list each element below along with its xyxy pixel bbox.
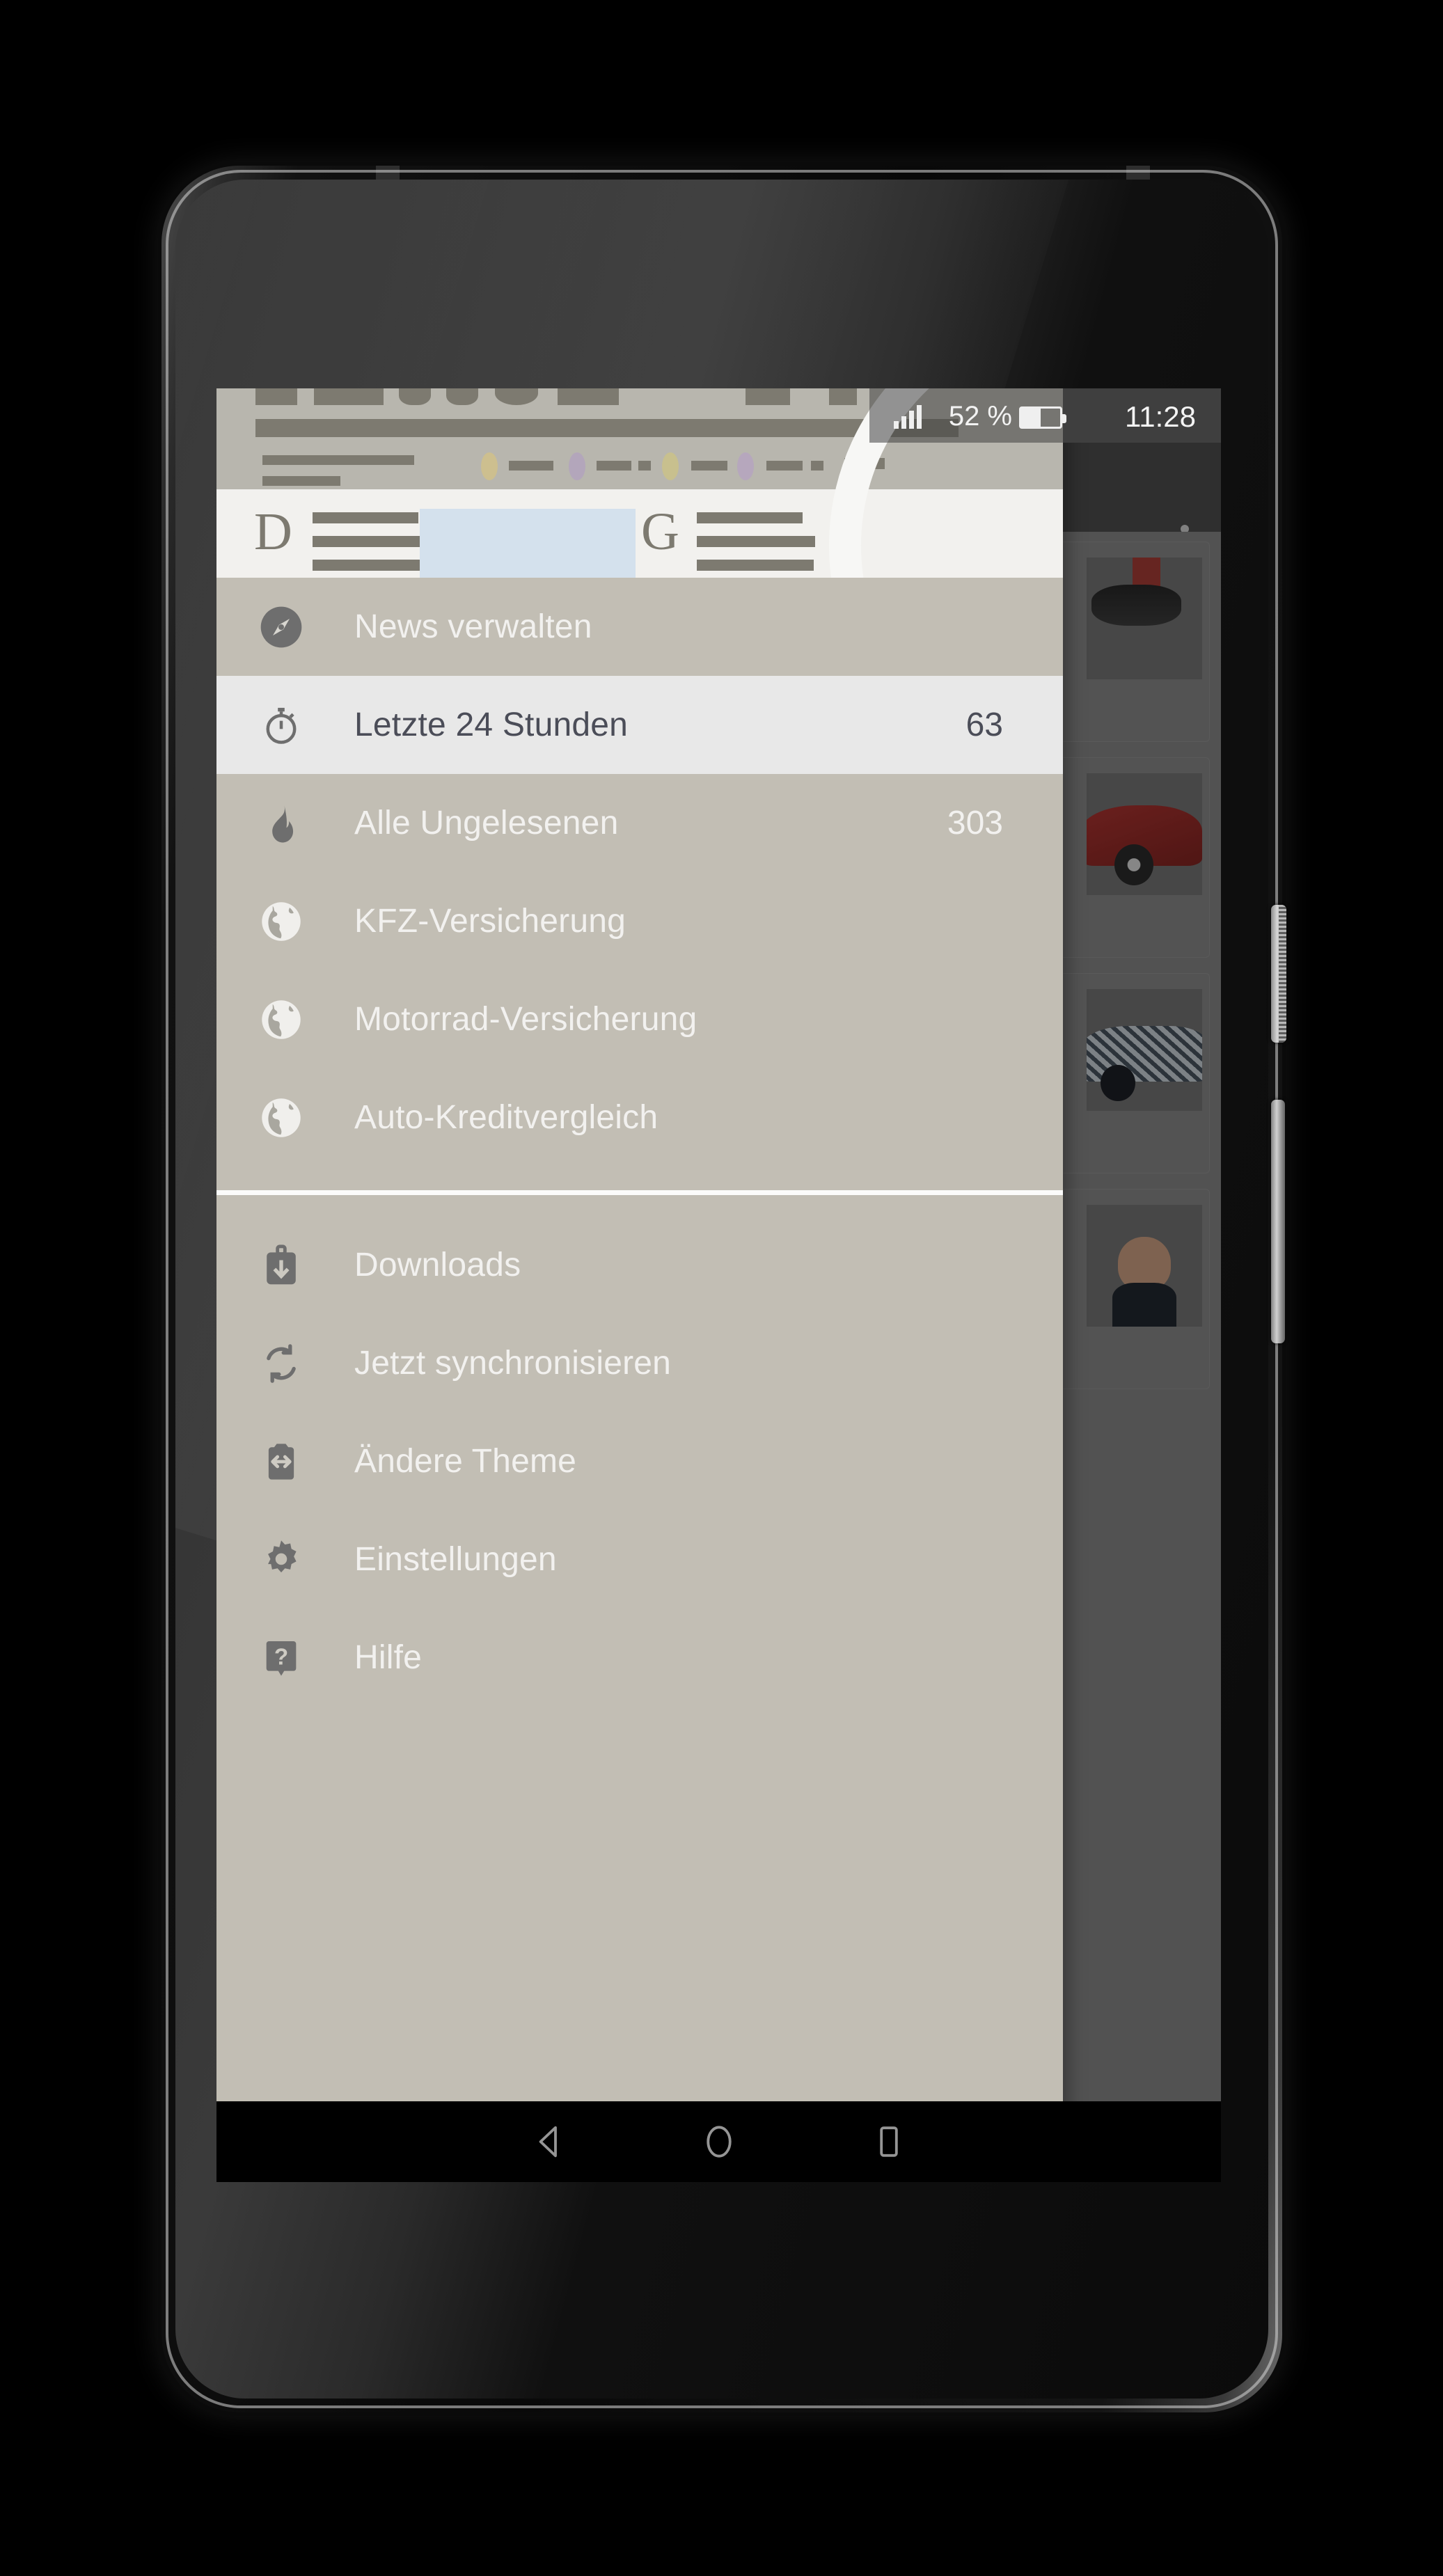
compass-icon: [256, 602, 306, 652]
drawer-item-label: Ändere Theme: [354, 1443, 577, 1480]
drawer-item-label: Letzte 24 Stunden: [354, 706, 629, 743]
drawer-item-label: Hilfe: [354, 1639, 423, 1676]
download-bag-icon: [256, 1240, 306, 1290]
back-triangle-icon[interactable]: [530, 2123, 568, 2160]
drawer-item-label: Jetzt synchronisieren: [354, 1345, 672, 1382]
drawer-item-label: Alle Ungelesenen: [354, 805, 619, 841]
stopwatch-icon: [256, 700, 306, 750]
globe-icon: [256, 896, 306, 947]
drawer-item-einstellungen[interactable]: Einstellungen: [216, 1510, 1063, 1609]
flame-icon: [256, 798, 306, 848]
screenshot-root: D G News verwalten Letzte 24 Stunden 63 …: [0, 0, 1443, 2576]
drawer-item-label: KFZ-Versicherung: [354, 903, 626, 940]
status-bar: 52 % 11:28: [216, 388, 1221, 443]
drawer-item-aendere-theme[interactable]: Ändere Theme: [216, 1412, 1063, 1510]
phone-screen: D G News verwalten Letzte 24 Stunden 63 …: [216, 388, 1221, 2182]
power-button[interactable]: [1271, 905, 1286, 1043]
navigation-drawer: D G News verwalten Letzte 24 Stunden 63 …: [216, 388, 1063, 2182]
globe-icon: [256, 1093, 306, 1143]
battery-icon: [1019, 406, 1066, 429]
drawer-item-hilfe[interactable]: ? Hilfe: [216, 1609, 1063, 1707]
gear-icon: [256, 1535, 306, 1585]
signal-bars-icon: [894, 405, 922, 429]
drawer-item-label: Downloads: [354, 1247, 521, 1283]
drawer-item-label: Auto-Kreditvergleich: [354, 1099, 659, 1136]
drawer-item-letzte-24-stunden[interactable]: Letzte 24 Stunden 63: [216, 676, 1063, 774]
drawer-divider: [216, 1190, 1063, 1195]
drawer-item-label: Einstellungen: [354, 1541, 557, 1578]
theme-swap-icon: [256, 1437, 306, 1487]
recents-square-icon[interactable]: [870, 2123, 908, 2160]
volume-button[interactable]: [1271, 1100, 1285, 1343]
android-nav-bar: [216, 2101, 1221, 2182]
svg-text:?: ?: [274, 1644, 288, 1670]
home-circle-icon[interactable]: [700, 2123, 738, 2160]
masthead-letter-left: D: [254, 503, 292, 561]
drawer-item-jetzt-synchronisieren[interactable]: Jetzt synchronisieren: [216, 1314, 1063, 1412]
battery-percent-label: 52 %: [948, 401, 1012, 432]
globe-icon: [256, 995, 306, 1045]
drawer-item-auto-kreditvergleich[interactable]: Auto-Kreditvergleich: [216, 1068, 1063, 1167]
help-icon: ?: [256, 1633, 306, 1683]
drawer-item-count: 63: [965, 706, 1003, 743]
drawer-item-label: Motorrad-Versicherung: [354, 1001, 697, 1038]
drawer-item-kfz-versicherung[interactable]: KFZ-Versicherung: [216, 872, 1063, 970]
drawer-item-count: 303: [947, 805, 1003, 841]
masthead-letter-right: G: [641, 503, 679, 561]
drawer-item-news-verwalten[interactable]: News verwalten: [216, 578, 1063, 676]
drawer-item-label: News verwalten: [354, 608, 592, 645]
drawer-items: News verwalten Letzte 24 Stunden 63 Alle…: [216, 578, 1063, 1707]
newspaper-photo: [420, 509, 636, 578]
drawer-item-downloads[interactable]: Downloads: [216, 1216, 1063, 1314]
drawer-item-alle-ungelesenen[interactable]: Alle Ungelesenen 303: [216, 774, 1063, 872]
status-bar-clock: 11:28: [1125, 400, 1196, 433]
drawer-item-motorrad-versicherung[interactable]: Motorrad-Versicherung: [216, 970, 1063, 1068]
sync-icon: [256, 1338, 306, 1389]
